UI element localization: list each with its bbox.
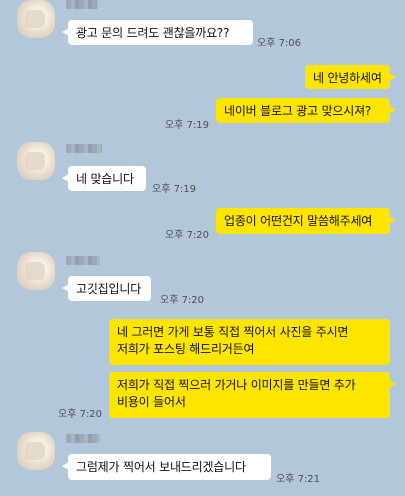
message-text: 광고 문의 드려도 괜찮을까요?? bbox=[76, 26, 230, 40]
message-timestamp: 오후 7:20 bbox=[165, 230, 210, 241]
sender-name-blurred bbox=[66, 144, 102, 153]
message-bubble-outgoing[interactable]: 네 안녕하세여 bbox=[305, 65, 396, 89]
message-bubble-incoming[interactable]: 광고 문의 드려도 괜찮을까요?? bbox=[62, 20, 253, 45]
message-text-line: 네 그러면 가게 보통 직접 찍어서 사진을 주시면 bbox=[117, 325, 349, 339]
message-text: 네이버 블로그 광고 맞으시져? bbox=[224, 104, 372, 118]
message-text: 네 맞습니다 bbox=[76, 172, 134, 186]
message-timestamp: 오후 7:21 bbox=[276, 474, 321, 485]
message-text: 고깃집입니다 bbox=[76, 282, 142, 296]
sender-name-blurred bbox=[66, 0, 98, 9]
message-text: 네 안녕하세여 bbox=[313, 71, 382, 85]
sender-avatar[interactable] bbox=[17, 432, 55, 470]
chat-message-list[interactable]: 광고 문의 드려도 괜찮을까요?? 오후 7:06 네 안녕하세여 네이버 블로… bbox=[0, 0, 405, 496]
message-timestamp: 오후 7:20 bbox=[58, 409, 103, 420]
message-text-line: 저희가 포스팅 해드리거든여 bbox=[117, 342, 255, 356]
message-text-line: 저희가 직접 찍으러 가거나 이미지를 만들면 추가 bbox=[117, 378, 356, 392]
message-bubble-outgoing[interactable]: 네 그러면 가게 보통 직접 찍어서 사진을 주시면 저희가 포스팅 해드리거든… bbox=[109, 319, 390, 365]
sender-avatar[interactable] bbox=[17, 0, 55, 38]
message-bubble-incoming[interactable]: 그럼제가 찍어서 보내드리겠습니다 bbox=[62, 454, 271, 480]
message-text: 그럼제가 찍어서 보내드리겠습니다 bbox=[76, 460, 246, 474]
message-bubble-outgoing[interactable]: 저희가 직접 찍으러 가거나 이미지를 만들면 추가 비용이 들어서 bbox=[109, 372, 396, 418]
message-bubble-incoming[interactable]: 고깃집입니다 bbox=[62, 276, 151, 301]
message-timestamp: 오후 7:06 bbox=[257, 38, 302, 49]
message-timestamp: 오후 7:19 bbox=[165, 120, 210, 131]
message-text: 업종이 어떤건지 말씀해주세여 bbox=[224, 214, 373, 228]
message-text-line: 비용이 들어서 bbox=[117, 395, 186, 409]
sender-name-blurred bbox=[66, 256, 100, 265]
message-timestamp: 오후 7:19 bbox=[152, 184, 197, 195]
sender-avatar[interactable] bbox=[17, 252, 55, 290]
message-bubble-outgoing[interactable]: 업종이 어떤건지 말씀해주세여 bbox=[216, 208, 396, 234]
message-bubble-incoming[interactable]: 네 맞습니다 bbox=[62, 166, 146, 191]
message-timestamp: 오후 7:20 bbox=[160, 295, 205, 306]
sender-avatar[interactable] bbox=[17, 142, 55, 180]
sender-name-blurred bbox=[66, 434, 100, 443]
message-bubble-outgoing[interactable]: 네이버 블로그 광고 맞으시져? bbox=[216, 98, 396, 123]
